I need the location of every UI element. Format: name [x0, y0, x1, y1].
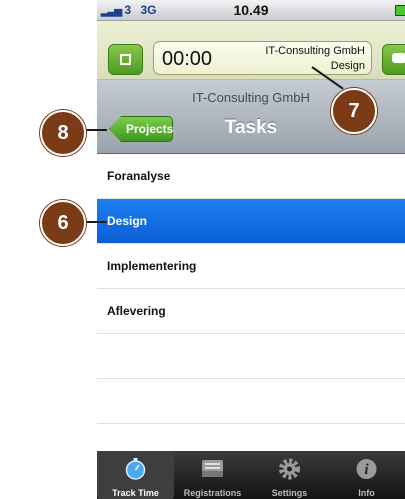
status-bar: ▂▃▅ 3 3G 10.49 — [97, 0, 405, 21]
timer-company: IT-Consulting GmbH — [265, 45, 365, 57]
task-list: Foranalyse Design Implementering Aflever… — [97, 154, 405, 469]
stop-button[interactable] — [108, 44, 143, 75]
list-item[interactable]: Aflevering — [97, 289, 405, 334]
tab-label: Info — [358, 488, 375, 498]
phone-screen: ▂▃▅ 3 3G 10.49 00:00 IT-Consulting GmbH … — [97, 0, 405, 499]
tab-registrations[interactable]: Registrations — [174, 451, 251, 499]
timer-display[interactable]: 00:00 IT-Consulting GmbH Design — [153, 41, 372, 75]
tab-bar: Track Time Registrations Settings i Info — [97, 451, 405, 499]
gear-icon — [279, 458, 300, 480]
callout-6: 6 — [40, 200, 86, 246]
list-item[interactable]: Implementering — [97, 244, 405, 289]
back-button-label: Projects — [126, 122, 174, 136]
tab-label: Track Time — [112, 488, 159, 498]
battery-icon — [395, 5, 405, 16]
timer-bar: 00:00 IT-Consulting GmbH Design — [97, 21, 405, 80]
tab-settings[interactable]: Settings — [251, 451, 328, 499]
timer-task: Design — [330, 60, 365, 72]
callout-7: 7 — [331, 88, 377, 134]
note-button[interactable] — [382, 44, 405, 75]
task-label: Implementering — [107, 259, 197, 273]
tab-info[interactable]: i Info — [328, 451, 405, 499]
list-item-empty — [97, 379, 405, 424]
stopwatch-icon — [125, 458, 146, 480]
info-icon: i — [356, 459, 377, 479]
tab-label: Settings — [271, 488, 308, 498]
callout-8: 8 — [40, 110, 86, 156]
inbox-icon — [202, 460, 223, 477]
list-item[interactable]: Design — [97, 199, 405, 244]
elapsed-time: 00:00 — [162, 48, 213, 70]
speech-bubble-icon — [392, 53, 405, 63]
tab-track-time[interactable]: Track Time — [97, 451, 174, 499]
tab-label: Registrations — [183, 488, 242, 498]
task-label: Design — [107, 214, 148, 228]
projects-back-button[interactable]: Projects — [109, 116, 173, 142]
task-label: Aflevering — [107, 304, 166, 318]
list-item[interactable]: Foranalyse — [97, 154, 405, 199]
stop-icon — [120, 54, 131, 65]
status-time: 10.49 — [233, 2, 269, 18]
list-item-empty — [97, 334, 405, 379]
task-label: Foranalyse — [107, 169, 171, 183]
